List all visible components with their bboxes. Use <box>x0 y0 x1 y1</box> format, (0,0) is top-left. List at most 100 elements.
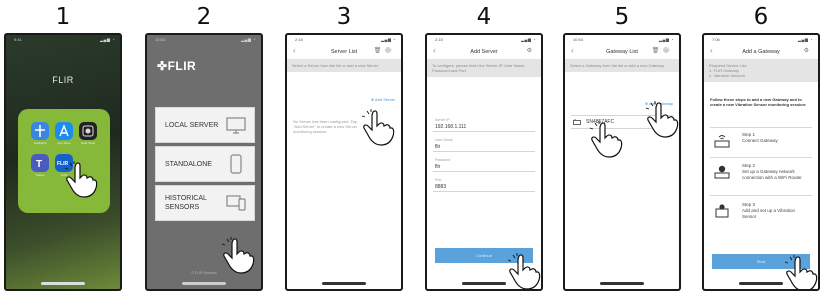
phone-icon <box>230 154 242 174</box>
step-1: 1 9:41 ▂▄▆ ◔ FLIR TestFlight App Store FL… <box>4 0 122 293</box>
tapping-hand-icon <box>784 255 818 289</box>
status-bar: 2:15 ▂▄▆ ◔ <box>295 37 396 42</box>
tapping-hand-icon <box>507 253 541 289</box>
step-number: 2 <box>196 4 212 30</box>
phone-screen-flir-menu: 10:53 ▂▄▆ ◔ ✜FLIR LOCAL SERVER STANDALONE… <box>145 33 263 291</box>
app-label: TestFlight <box>33 141 47 145</box>
info-banner: To configure, please enter the Server IP… <box>427 59 541 77</box>
divider <box>710 127 812 128</box>
tapping-hand-icon <box>361 109 395 146</box>
phone-screen-add-gateway: 7:06 ▂▄▆ ◔ ‹ Add a Gateway ⚙ Required Dev… <box>702 33 820 291</box>
screen-title: Gateway List <box>606 48 638 55</box>
step-text: Step 2 Set up a Gateway network connectio… <box>742 163 802 180</box>
phone-screen-gateway-list: 10:54 ▂▄▆ ◔ ‹ Gateway List 🗑⚙ Select a Ga… <box>563 33 681 291</box>
menu-label: STANDALONE <box>165 160 212 168</box>
gateway-step-1: Step 1 Connect Gateway <box>710 129 812 155</box>
app-label: Teams <box>35 173 45 177</box>
field-value: 192.168.1.111 <box>435 124 467 130</box>
phone-screen-server-list: 2:15 ▂▄▆ ◔ ‹ Server List 🗑⚙ Select a Serv… <box>285 33 403 291</box>
app-label: FLIR Tools <box>80 141 96 145</box>
gateway-wifi-icon <box>714 135 730 148</box>
step-3: 3 2:15 ▂▄▆ ◔ ‹ Server List 🗑⚙ Select a Se… <box>285 0 403 293</box>
back-chevron-icon[interactable]: ‹ <box>433 46 436 55</box>
home-indicator <box>182 282 226 285</box>
field-value: 8883 <box>435 184 447 190</box>
app-label: App Store <box>57 141 71 145</box>
router-icon <box>714 165 730 179</box>
info-banner: Required Device List: 1. FLIR Gateway 2.… <box>704 59 818 82</box>
screen-title: Add a Gateway <box>742 48 780 55</box>
menu-label: HISTORICAL SENSORS <box>165 195 207 211</box>
home-indicator <box>41 282 85 285</box>
step-text: Step 3 Add and set up a Vibration Sensor <box>742 202 795 219</box>
gear-icon[interactable]: ⚙ <box>527 47 535 54</box>
add-server-link[interactable]: ⊕ Add Server <box>371 97 395 102</box>
testflight-app-icon[interactable] <box>31 122 49 140</box>
teams-app-icon[interactable]: T <box>31 154 49 172</box>
screen-title: Server List <box>330 48 358 55</box>
flir-tools-app-icon[interactable] <box>79 122 97 140</box>
divider <box>710 157 812 158</box>
password-field[interactable]: Password flir <box>433 157 535 172</box>
trash-gear-icons[interactable]: 🗑⚙ <box>652 47 673 54</box>
step-number: 4 <box>476 4 492 30</box>
info-banner: Select a Server from the list or add a n… <box>287 59 401 72</box>
step-2: 2 10:53 ▂▄▆ ◔ ✜FLIR LOCAL SERVER STANDALO… <box>145 0 263 293</box>
step-text: Step 1 Connect Gateway <box>742 132 778 143</box>
trash-gear-icons[interactable]: 🗑⚙ <box>374 47 395 54</box>
gear-icon[interactable]: ⚙ <box>804 47 812 54</box>
empty-state-text: No Server has been configured. Tap "Add … <box>293 119 358 134</box>
step-number: 3 <box>336 4 352 30</box>
step-4: 4 2:15 ▂▄▆ ◔ ‹ Add Server ⚙ To configure,… <box>425 0 543 293</box>
home-indicator <box>600 282 644 285</box>
standalone-button[interactable]: STANDALONE <box>155 146 255 182</box>
tapping-hand-icon <box>645 101 679 138</box>
devices-icon <box>226 195 246 211</box>
status-bar: 2:15 ▂▄▆ ◔ <box>435 37 536 42</box>
nav-bar: ‹ Gateway List 🗑⚙ <box>565 44 679 59</box>
server-ip-field[interactable]: Server IP 192.168.1.111 <box>433 117 535 132</box>
home-indicator <box>322 282 366 285</box>
flir-emblem-icon: ✜ <box>157 59 168 73</box>
status-bar: 9:41 ▂▄▆ ◔ <box>14 37 115 42</box>
footer-text: © FLIR Systems <box>191 271 217 275</box>
step-number: 5 <box>614 4 630 30</box>
folder-title: FLIR <box>52 75 74 85</box>
instructions-text: Follow these steps to add a new Gateway … <box>710 97 807 107</box>
back-chevron-icon[interactable]: ‹ <box>710 46 713 55</box>
flir-logo: ✜FLIR <box>157 59 197 73</box>
port-field[interactable]: Port 8883 <box>433 177 535 192</box>
local-server-button[interactable]: LOCAL SERVER <box>155 107 255 143</box>
gateway-device-icon <box>573 119 581 125</box>
tapping-hand-icon <box>221 237 255 274</box>
step-number: 1 <box>55 4 71 30</box>
back-chevron-icon[interactable]: ‹ <box>293 46 296 55</box>
field-label: Server IP <box>435 118 450 122</box>
screen-title: Add Server <box>470 48 498 55</box>
home-indicator <box>462 282 506 285</box>
step-5: 5 10:54 ▂▄▆ ◔ ‹ Gateway List 🗑⚙ Select a … <box>563 0 681 293</box>
historical-sensors-button[interactable]: HISTORICAL SENSORS <box>155 185 255 221</box>
phone-screen-add-server: 2:15 ▂▄▆ ◔ ‹ Add Server ⚙ To configure, p… <box>425 33 543 291</box>
nav-bar: ‹ Server List 🗑⚙ <box>287 44 401 59</box>
info-banner: Select a Gateway from the list or add a … <box>565 59 679 72</box>
step-6: 6 7:06 ▂▄▆ ◔ ‹ Add a Gateway ⚙ Required D… <box>702 0 820 293</box>
status-bar: 7:06 ▂▄▆ ◔ <box>712 37 813 42</box>
nav-bar: ‹ Add a Gateway ⚙ <box>704 44 818 59</box>
svg-text:T: T <box>36 159 42 170</box>
tapping-hand-icon <box>64 161 98 198</box>
vibration-sensor-icon <box>715 204 729 218</box>
tapping-hand-icon <box>589 121 623 158</box>
home-indicator <box>739 282 783 285</box>
user-name-field[interactable]: User Name flir <box>433 137 535 152</box>
nav-bar: ‹ Add Server ⚙ <box>427 44 541 59</box>
back-chevron-icon[interactable]: ‹ <box>571 46 574 55</box>
field-value: flir <box>435 164 441 170</box>
menu-label: LOCAL SERVER <box>165 121 219 129</box>
gateway-step-3: Step 3 Add and set up a Vibration Sensor <box>710 199 812 229</box>
field-value: flir <box>435 144 441 150</box>
app-store-icon[interactable] <box>55 122 73 140</box>
step-number: 6 <box>753 4 769 30</box>
monitor-icon <box>226 117 246 134</box>
field-label: Password <box>435 158 451 162</box>
